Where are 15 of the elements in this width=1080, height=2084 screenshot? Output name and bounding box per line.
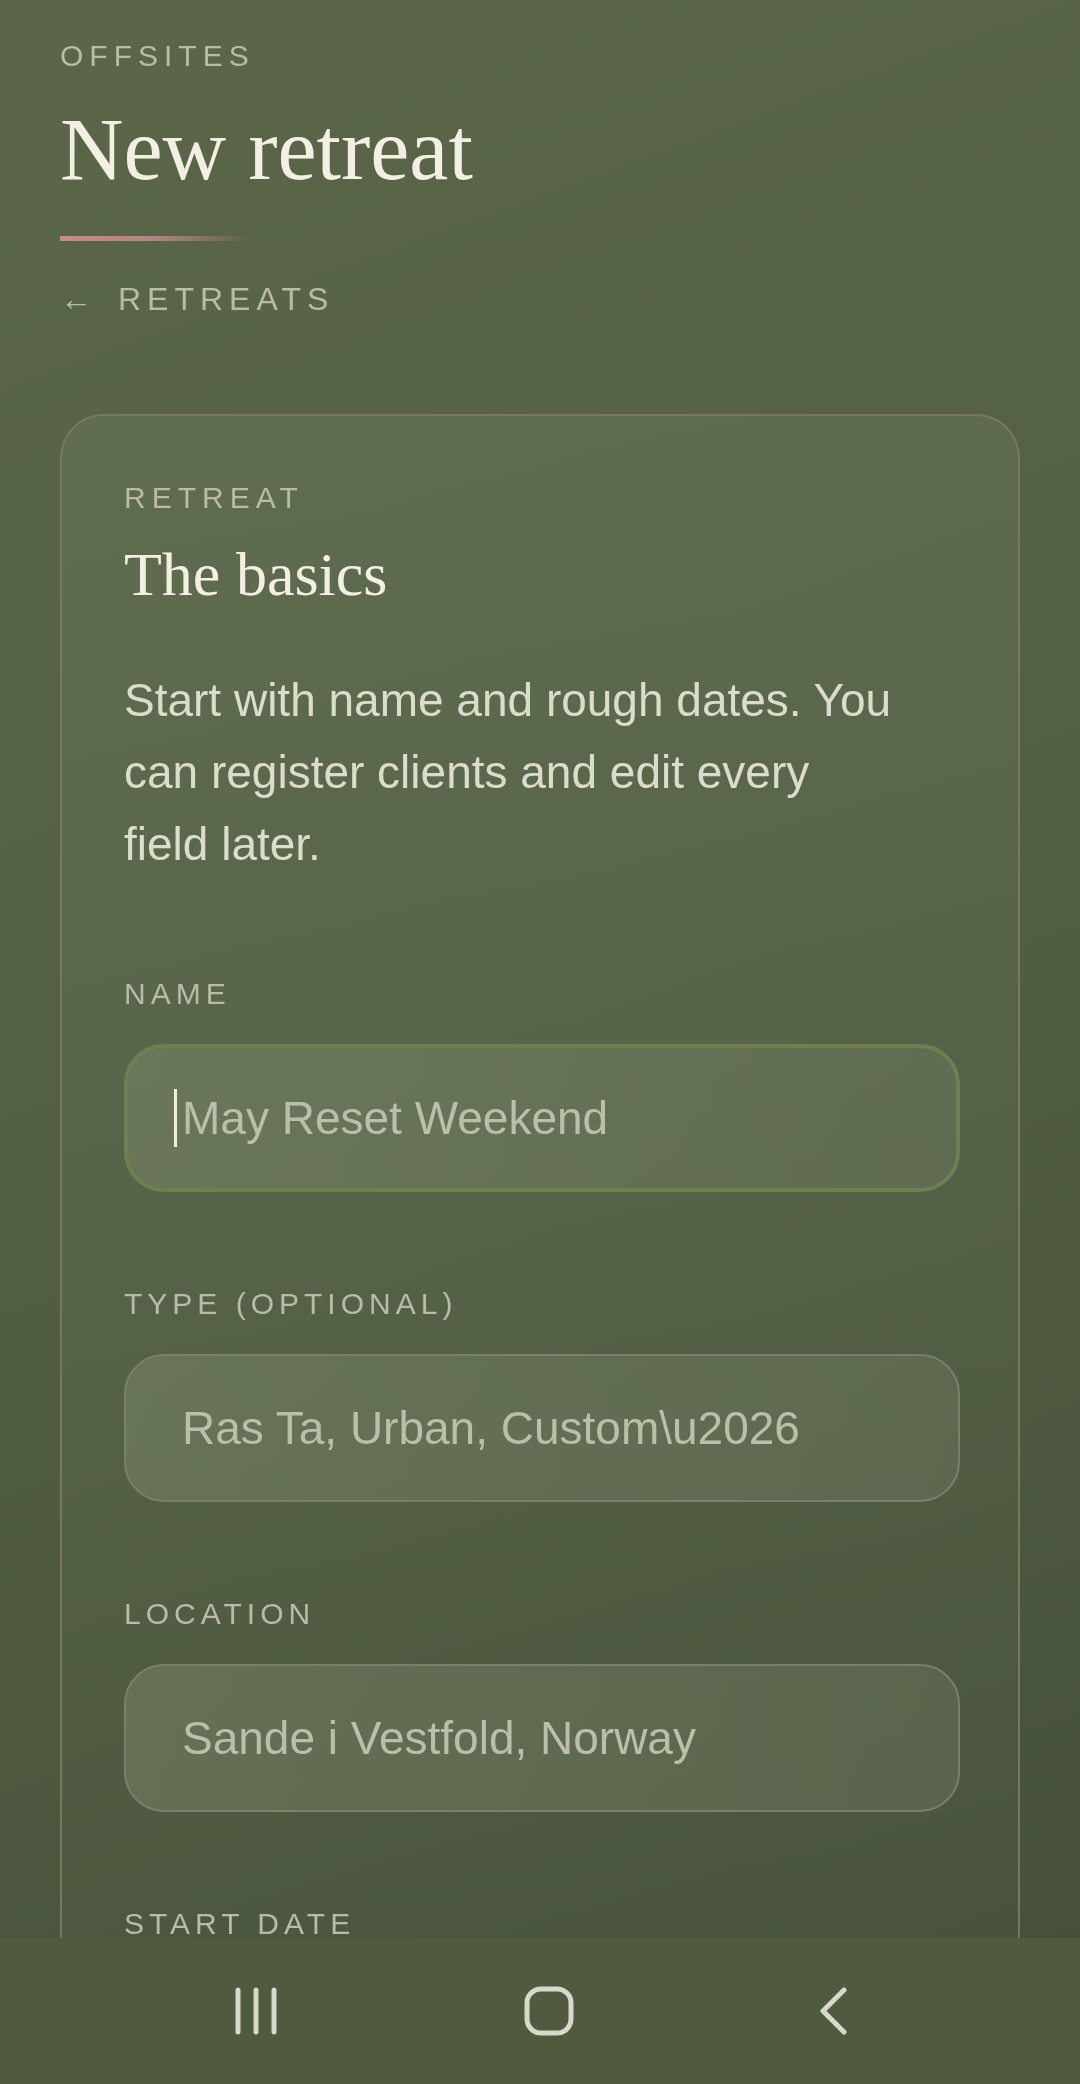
- page-title: New retreat: [60, 100, 473, 200]
- back-link[interactable]: ← RETREATS: [60, 281, 335, 318]
- field-label: LOCATION: [124, 1596, 316, 1632]
- card-title: The basics: [124, 539, 388, 610]
- field-label: START DATE: [124, 1906, 356, 1938]
- input-field[interactable]: Ras Ta, Urban, Custom\u2026: [124, 1354, 960, 1502]
- input-field[interactable]: Sande i Vestfold, Norway: [124, 1664, 960, 1812]
- card-description: Start with name and rough dates. You can register clients and edit every field later.: [124, 673, 893, 872]
- field-label: NAME: [124, 976, 231, 1012]
- input-field[interactable]: May Reset Weekend: [124, 1044, 960, 1192]
- back-icon: [818, 1986, 848, 2036]
- home-icon: [524, 1986, 574, 2036]
- field-label: TYPE (OPTIONAL): [124, 1286, 458, 1322]
- card-label: RETREAT: [124, 480, 304, 516]
- section-label: OFFSITES: [60, 38, 255, 74]
